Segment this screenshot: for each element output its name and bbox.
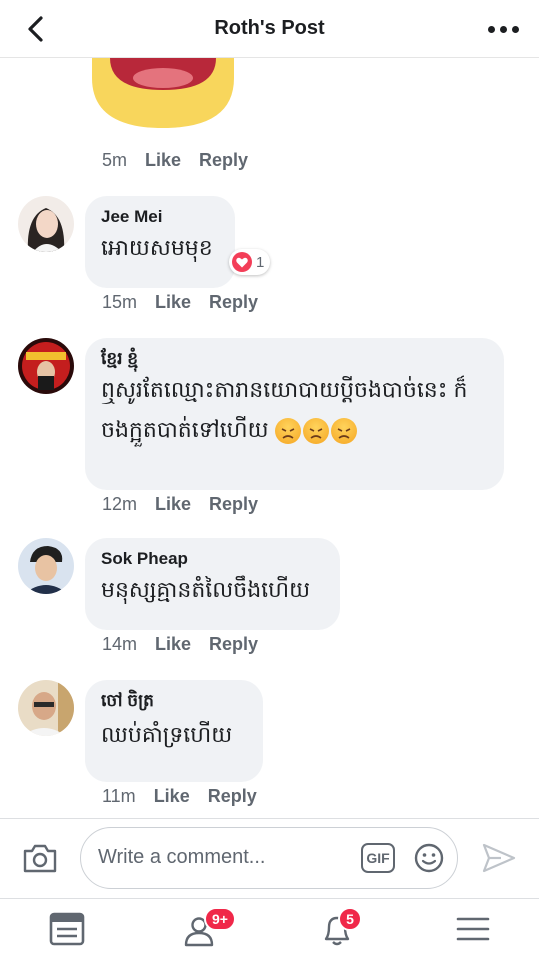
like-link[interactable]: Like (145, 150, 181, 171)
reply-link[interactable]: Reply (209, 634, 258, 655)
reply-link[interactable]: Reply (208, 786, 257, 807)
comment-time: 11m (102, 786, 136, 806)
comment-text: ឈប់គាំទ្រហើយ (101, 722, 233, 747)
angry-emoji-icon (302, 418, 329, 445)
comment-bubble[interactable]: Sok Pheap មនុស្សគ្មានតំលៃចឹងហើយ (85, 538, 340, 630)
reaction-count: 1 (256, 253, 265, 271)
comment-time: 12m (102, 494, 138, 514)
reaction-summary[interactable]: 1 (229, 249, 271, 275)
commenter-name[interactable]: Sok Pheap (101, 548, 324, 570)
friends-badge: 9+ (204, 907, 236, 931)
friends-tab[interactable]: 9+ (182, 907, 236, 947)
gif-button[interactable]: GIF (361, 843, 395, 873)
commenter-name[interactable]: ចៅ ចិត្រ (101, 690, 247, 712)
avatar[interactable] (18, 680, 74, 736)
top-bar: Roth's Post (0, 0, 539, 58)
comment-meta: 15m Like Reply (102, 292, 258, 313)
comment-bubble[interactable]: Jee Mei អោយសមមុខ (85, 196, 235, 288)
send-icon[interactable] (481, 841, 517, 875)
like-link[interactable]: Like (155, 292, 191, 313)
comment-placeholder: Write a comment... (98, 846, 266, 868)
commenter-name[interactable]: ខ្មែរ ខ្មុំ (101, 348, 488, 370)
angry-emoji-icon (330, 418, 357, 445)
comment-input[interactable]: Write a comment... GIF (80, 827, 458, 889)
comment-meta: 5m Like Reply (102, 150, 248, 171)
reply-link[interactable]: Reply (209, 494, 258, 515)
comment-bubble[interactable]: ខ្មែរ ខ្មុំ ឮសូរតែឈ្មោះតារានយោបាយប្តីចងប… (85, 338, 504, 490)
comment-text-line: ឮសូរតែឈ្មោះតារានយោបាយប្តីចងបាច់នេះ ក៏ (101, 377, 468, 402)
reply-link[interactable]: Reply (209, 292, 258, 313)
menu-icon[interactable] (453, 911, 493, 947)
comment-bubble[interactable]: ចៅ ចិត្រ ឈប់គាំទ្រហើយ (85, 680, 263, 782)
bottom-nav: 9+ 5 (0, 898, 539, 960)
reply-link[interactable]: Reply (199, 150, 248, 171)
comment-time: 14m (102, 634, 138, 654)
commenter-name[interactable]: Jee Mei (101, 206, 219, 228)
comments-list[interactable]: 5m Like Reply Jee Mei អោយសមមុខ 1 15m Lik… (0, 58, 539, 818)
more-options-icon[interactable] (485, 17, 521, 41)
like-link[interactable]: Like (154, 786, 190, 807)
comment-time: 5m (102, 150, 128, 170)
news-feed-icon[interactable] (47, 911, 87, 947)
emoji-icon[interactable] (413, 842, 445, 874)
comment-meta: 14m Like Reply (102, 634, 258, 655)
love-reaction-icon (232, 252, 252, 272)
comment-text: អោយសមមុខ (101, 235, 213, 260)
comment-meta: 11m Like Reply (102, 786, 257, 807)
comment-composer: Write a comment... GIF (0, 818, 539, 898)
avatar[interactable] (18, 196, 74, 252)
notifications-tab[interactable]: 5 (318, 907, 362, 947)
avatar[interactable] (18, 538, 74, 594)
camera-icon[interactable] (22, 841, 58, 875)
sticker-image (92, 58, 234, 128)
comment-text: មនុស្សគ្មានតំលៃចឹងហើយ (101, 577, 311, 602)
notifications-badge: 5 (338, 907, 362, 931)
like-link[interactable]: Like (155, 634, 191, 655)
comment-text-line: ចងក្អួតបាត់ទៅហើយ (101, 410, 488, 450)
angry-emoji-icon (274, 418, 301, 445)
comment-text-line2: ចងក្អួតបាត់ទៅហើយ (101, 417, 269, 442)
comment-time: 15m (102, 292, 138, 312)
avatar[interactable] (18, 338, 74, 394)
comment-meta: 12m Like Reply (102, 494, 258, 515)
page-title: Roth's Post (214, 17, 325, 39)
like-link[interactable]: Like (155, 494, 191, 515)
